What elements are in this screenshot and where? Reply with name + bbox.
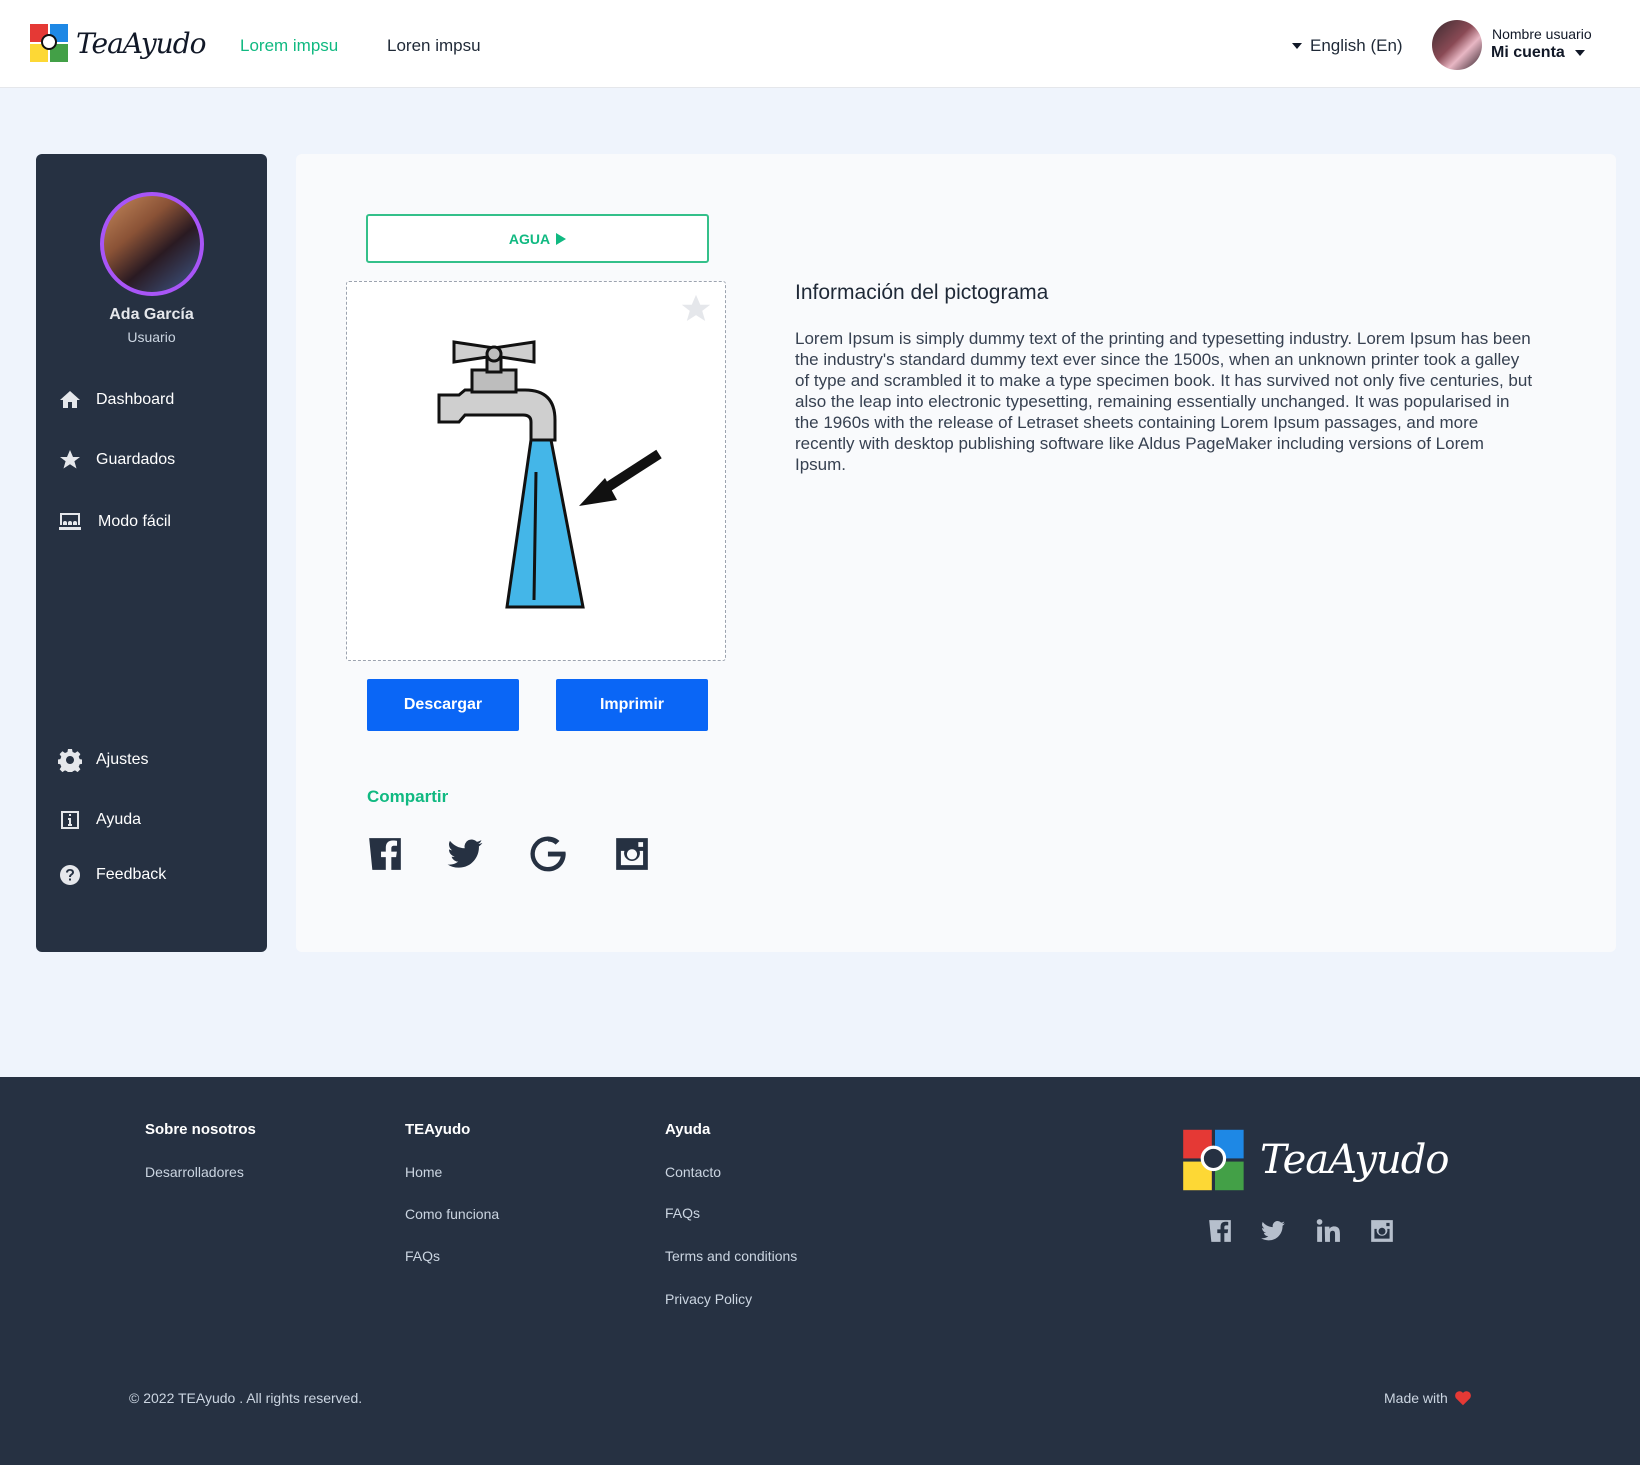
footer-link[interactable]: Desarrolladores: [145, 1164, 244, 1180]
footer-col-title: TEAyudo: [405, 1121, 471, 1138]
sidebar-item-guardados[interactable]: Guardados: [58, 448, 175, 472]
profile-avatar: [100, 192, 204, 296]
avatar[interactable]: [1432, 20, 1482, 70]
footer-brand-logo[interactable]: TeaAyudo: [1180, 1123, 1449, 1197]
sidebar-item-feedback[interactable]: Feedback: [58, 863, 166, 887]
download-button[interactable]: Descargar: [367, 679, 519, 731]
heart-icon: [1454, 1391, 1471, 1406]
sidebar-item-ajustes[interactable]: Ajustes: [58, 748, 148, 772]
sidebar-item-dashboard[interactable]: Dashboard: [58, 388, 174, 412]
pictogram-image: [346, 281, 726, 661]
brand-name: TeaAyudo: [76, 26, 206, 60]
footer-link[interactable]: Terms and conditions: [665, 1248, 797, 1264]
home-icon: [60, 391, 80, 408]
info-icon: [61, 811, 79, 829]
sidebar-item-label: Feedback: [96, 866, 167, 883]
footer-link[interactable]: Home: [405, 1164, 442, 1180]
footer-brand-name: TeaAyudo: [1260, 1137, 1449, 1183]
account-label: Mi cuenta: [1491, 44, 1565, 61]
google-icon[interactable]: [529, 835, 567, 873]
linkedin-icon[interactable]: [1315, 1218, 1341, 1244]
info-text: Lorem Ipsum is simply dummy text of the …: [795, 329, 1533, 474]
made-with-label: Made with: [1384, 1390, 1448, 1406]
water-tap-illustration: [437, 340, 662, 609]
instagram-icon[interactable]: [1369, 1218, 1395, 1244]
footer-link[interactable]: Privacy Policy: [665, 1291, 752, 1307]
sidebar-item-label: Ajustes: [96, 751, 149, 768]
print-button[interactable]: Imprimir: [556, 679, 708, 731]
sidebar-item-label: Modo fácil: [98, 513, 171, 530]
made-with: Made with: [1384, 1390, 1472, 1406]
star-icon: [60, 450, 80, 469]
puzzle-logo-icon: [1183, 1129, 1244, 1191]
caret-down-icon: [1292, 43, 1302, 49]
language-label: English (En): [1310, 36, 1403, 55]
sidebar-item-ayuda[interactable]: Ayuda: [58, 808, 141, 832]
language-selector[interactable]: English (En): [1292, 36, 1403, 56]
facebook-icon[interactable]: [366, 835, 404, 873]
nav-link-1[interactable]: Lorem impsu: [240, 36, 338, 56]
pictogram-audio-button[interactable]: AGUA: [366, 214, 709, 263]
twitter-icon[interactable]: [446, 835, 484, 873]
puzzle-logo-icon: [30, 24, 68, 62]
footer-col-title: Ayuda: [665, 1121, 711, 1138]
facebook-icon[interactable]: [1207, 1218, 1233, 1244]
user-name-label: Nombre usuario: [1492, 26, 1592, 42]
footer: Sobre nosotros Desarrolladores TEAyudo H…: [0, 1077, 1640, 1465]
sidebar: Ada García Usuario Dashboard Guardados M…: [36, 154, 267, 952]
question-icon: [60, 865, 81, 885]
share-title: Compartir: [367, 787, 449, 806]
sidebar-item-label: Guardados: [96, 451, 176, 468]
easy-mode-icon: [59, 513, 81, 530]
pictogram-card: AGUA Descargar Imprimir Compartir Inform…: [296, 154, 1616, 952]
caret-down-icon: [1574, 50, 1585, 56]
profile-name: Ada García: [109, 306, 194, 323]
footer-link[interactable]: FAQs: [405, 1248, 440, 1264]
footer-link[interactable]: FAQs: [665, 1205, 700, 1221]
sidebar-item-label: Ayuda: [96, 811, 142, 828]
nav-link-2[interactable]: Loren impsu: [387, 36, 481, 56]
footer-link[interactable]: Como funciona: [405, 1206, 499, 1222]
info-title: Información del pictograma: [795, 281, 1049, 304]
profile-role: Usuario: [127, 329, 176, 345]
instagram-icon[interactable]: [613, 835, 651, 873]
sidebar-item-label: Dashboard: [96, 391, 175, 408]
footer-col-title: Sobre nosotros: [145, 1121, 256, 1138]
copyright: © 2022 TEAyudo . All rights reserved.: [129, 1390, 363, 1406]
footer-link[interactable]: Contacto: [665, 1164, 721, 1180]
brand-logo[interactable]: TeaAyudo: [28, 20, 206, 66]
account-menu[interactable]: Mi cuenta: [1491, 44, 1585, 62]
top-bar: TeaAyudo Lorem impsu Loren impsu English…: [0, 0, 1640, 88]
gear-icon: [58, 749, 82, 772]
twitter-icon[interactable]: [1260, 1218, 1286, 1244]
sidebar-item-modo-facil[interactable]: Modo fácil: [58, 510, 171, 534]
play-icon: [556, 232, 567, 245]
pictogram-word: AGUA: [508, 230, 551, 247]
